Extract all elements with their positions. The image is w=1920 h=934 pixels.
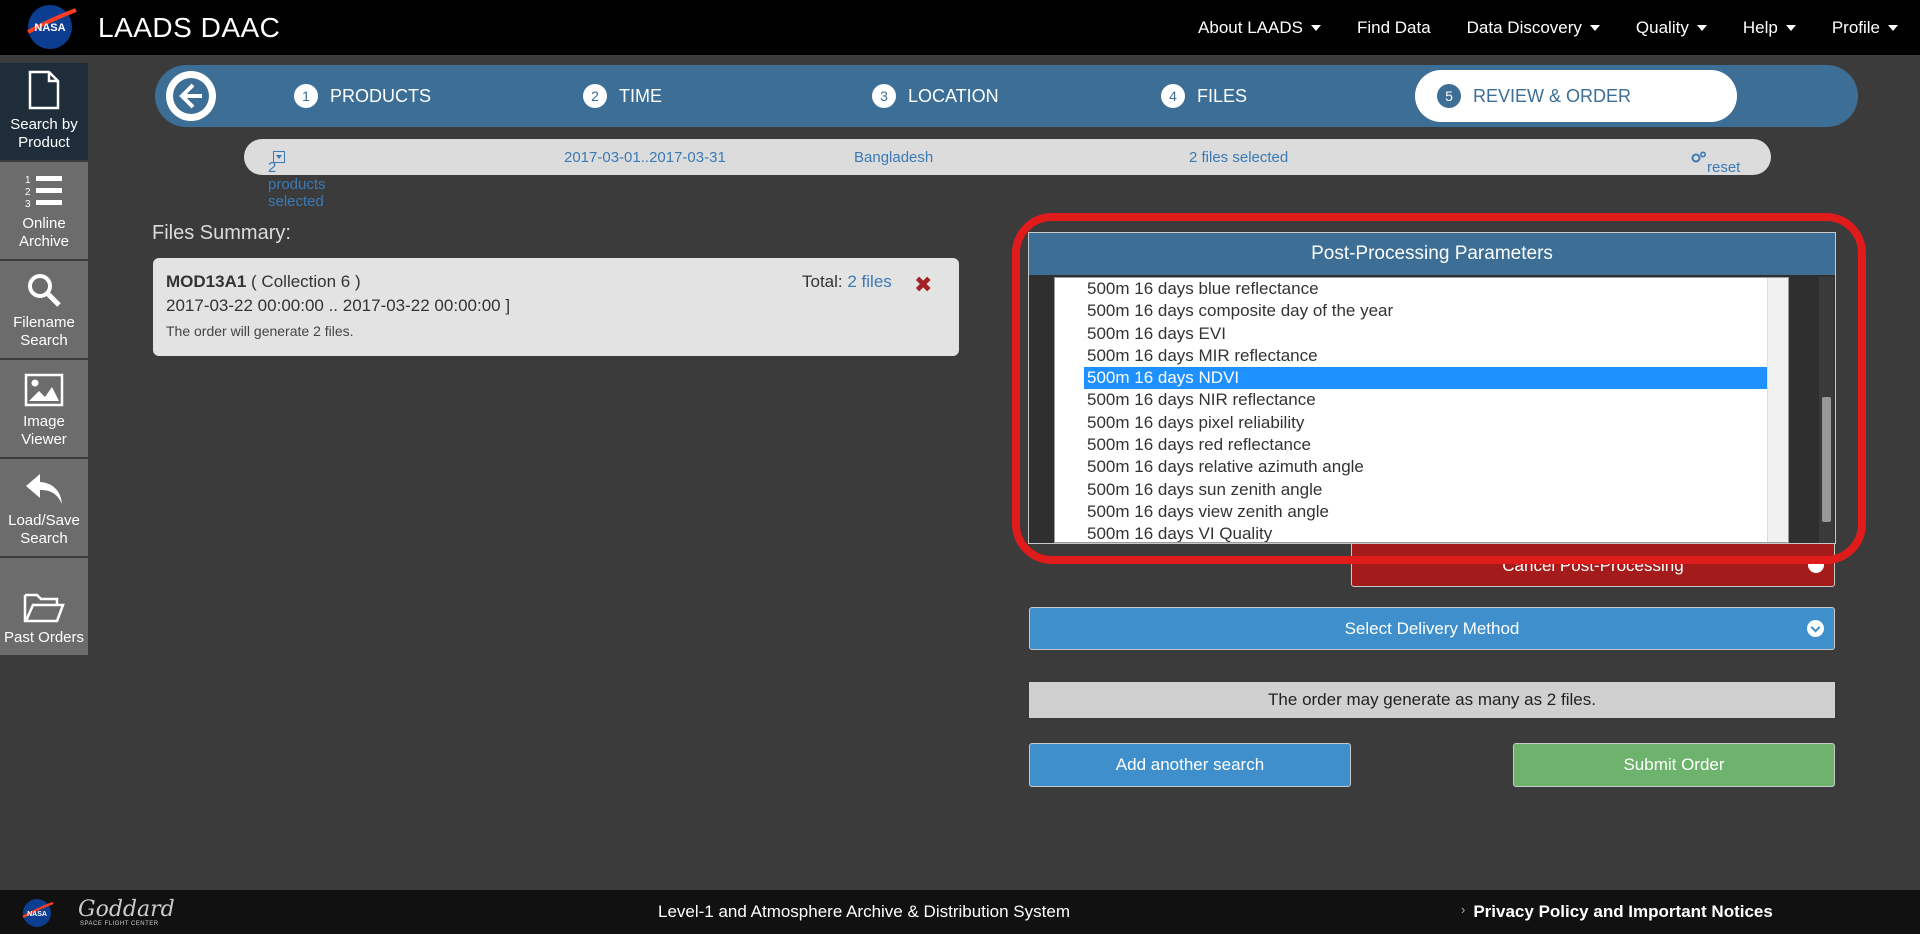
- step-location[interactable]: 3 LOCATION: [872, 65, 999, 127]
- sidebar-item-label: Past Orders: [3, 629, 85, 646]
- step-label: PRODUCTS: [330, 85, 432, 106]
- sidebar-item-load-save-search[interactable]: Load/Save Search: [0, 459, 88, 556]
- product-name: MOD13A1: [166, 272, 247, 291]
- products-selected-link[interactable]: 2 products selected: [268, 149, 326, 210]
- top-nav: About LAADS Find Data Data Discovery Qua…: [1162, 0, 1898, 55]
- step-label: LOCATION: [908, 85, 999, 106]
- nav-profile[interactable]: Profile: [1832, 18, 1898, 38]
- reply-arrow-icon: [26, 474, 62, 504]
- footer-system-name: Level-1 and Atmosphere Archive & Distrib…: [658, 902, 1070, 921]
- numbered-list-icon: 123: [25, 175, 62, 209]
- selection-summary-bar: 2 products selected 2017-03-01..2017-03-…: [244, 139, 1771, 210]
- step-review-order[interactable]: 5 REVIEW & ORDER: [1415, 70, 1737, 122]
- dropdown-icon: [273, 151, 285, 163]
- caret-down-icon: [1310, 24, 1321, 31]
- caret-down-icon: [1785, 24, 1796, 31]
- add-another-search-button[interactable]: Add another search: [1029, 743, 1351, 787]
- collection-label: ( Collection 6 ): [251, 272, 361, 291]
- order-info-text: The order may generate as many as 2 file…: [1029, 682, 1835, 718]
- step-label: REVIEW & ORDER: [1473, 85, 1632, 106]
- location-selected-link[interactable]: Bangladesh: [854, 149, 933, 166]
- sidebar-item-label: Load/Save Search: [8, 512, 80, 547]
- nav-find-data[interactable]: Find Data: [1357, 18, 1431, 38]
- brand-title[interactable]: LAADS DAAC: [98, 12, 280, 44]
- dates-selected-link[interactable]: 2017-03-01..2017-03-31: [564, 149, 726, 166]
- nasa-logo-icon[interactable]: NASA: [20, 898, 54, 928]
- goddard-logo[interactable]: Goddard SPACE FLIGHT CENTER: [78, 897, 175, 927]
- nav-data-discovery[interactable]: Data Discovery: [1467, 18, 1600, 38]
- sidebar-item-label: Image Viewer: [21, 413, 67, 448]
- step-label: TIME: [619, 85, 662, 106]
- step-number: 1: [294, 84, 318, 108]
- nasa-logo-icon[interactable]: NASA: [20, 2, 80, 52]
- date-range: 2017-03-22 00:00:00 .. 2017-03-22 00:00:…: [166, 296, 511, 315]
- svg-text:2: 2: [25, 187, 31, 198]
- reset-link[interactable]: reset: [1691, 149, 1740, 176]
- back-button[interactable]: [166, 71, 216, 121]
- sidebar-item-search-by-product[interactable]: Search by Product: [0, 63, 88, 160]
- arrow-left-icon: [173, 78, 209, 114]
- image-icon: [24, 373, 64, 407]
- product-name-line: MOD13A1 ( Collection 6 ): [166, 272, 361, 292]
- file-icon: [28, 70, 60, 110]
- nav-help[interactable]: Help: [1743, 18, 1796, 38]
- chevron-down-icon: [1807, 620, 1824, 637]
- total-files: Total: 2 files: [802, 272, 892, 291]
- file-summary-card: MOD13A1 ( Collection 6 ) 2017-03-22 00:0…: [153, 258, 959, 356]
- total-files-link[interactable]: 2 files: [847, 272, 891, 291]
- gears-icon: [1691, 151, 1707, 163]
- files-selected-link[interactable]: 2 files selected: [1189, 149, 1288, 166]
- highlight-ring: [1012, 213, 1866, 564]
- top-navbar: NASA LAADS DAAC About LAADS Find Data Da…: [0, 0, 1920, 55]
- step-label: FILES: [1197, 85, 1248, 106]
- sidebar: Search by Product 123 Online Archive Fil…: [0, 63, 88, 657]
- svg-text:NASA: NASA: [27, 911, 47, 918]
- step-number: 5: [1437, 84, 1461, 108]
- sidebar-item-past-orders[interactable]: Past Orders: [0, 558, 88, 655]
- svg-text:1: 1: [25, 175, 31, 186]
- step-files[interactable]: 4 FILES: [1161, 65, 1247, 127]
- step-products[interactable]: 1 PRODUCTS: [294, 65, 431, 127]
- nav-about-laads[interactable]: About LAADS: [1198, 18, 1321, 38]
- sidebar-item-online-archive[interactable]: 123 Online Archive: [0, 162, 88, 259]
- folder-open-icon: [23, 593, 65, 623]
- caret-down-icon: [1888, 24, 1898, 31]
- sidebar-item-label: Search by Product: [10, 116, 78, 151]
- order-note: The order will generate 2 files.: [166, 323, 354, 339]
- svg-text:3: 3: [25, 199, 31, 209]
- footer: NASA Goddard SPACE FLIGHT CENTER Level-1 …: [0, 890, 1920, 934]
- sidebar-item-label: Online Archive: [18, 215, 70, 250]
- files-summary-title: Files Summary:: [152, 222, 291, 244]
- nav-quality[interactable]: Quality: [1636, 18, 1707, 38]
- sidebar-item-filename-search[interactable]: Filename Search: [0, 261, 88, 358]
- order-steps-bar: 1 PRODUCTS 2 TIME 3 LOCATION 4 FILES 5 REVIEW…: [155, 65, 1858, 127]
- privacy-policy-link[interactable]: Privacy Policy and Important Notices: [1461, 902, 1772, 922]
- remove-product-button[interactable]: ✖: [914, 272, 932, 298]
- step-number: 2: [583, 84, 607, 108]
- step-time[interactable]: 2 TIME: [583, 65, 662, 127]
- caret-down-icon: [1589, 24, 1600, 31]
- select-delivery-method-button[interactable]: Select Delivery Method: [1029, 607, 1835, 650]
- sidebar-item-image-viewer[interactable]: Image Viewer: [0, 360, 88, 457]
- step-number: 3: [872, 84, 896, 108]
- step-number: 4: [1161, 84, 1185, 108]
- sidebar-item-label: Filename Search: [13, 314, 75, 349]
- submit-order-button[interactable]: Submit Order: [1513, 743, 1835, 787]
- search-icon: [28, 274, 61, 307]
- caret-down-icon: [1696, 24, 1707, 31]
- svg-text:NASA: NASA: [34, 22, 65, 34]
